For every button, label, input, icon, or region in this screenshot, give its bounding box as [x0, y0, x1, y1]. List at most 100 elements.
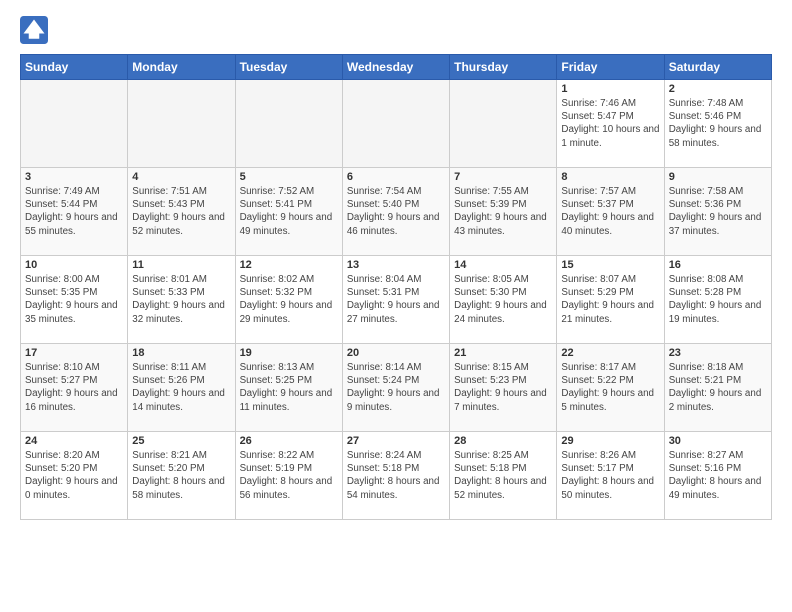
day-info: Sunrise: 8:00 AM Sunset: 5:35 PM Dayligh… — [25, 273, 123, 326]
day-number: 30 — [669, 435, 767, 447]
day-info: Sunrise: 8:11 AM Sunset: 5:26 PM Dayligh… — [132, 361, 230, 414]
calendar-cell: 19Sunrise: 8:13 AM Sunset: 5:25 PM Dayli… — [235, 344, 342, 432]
day-number: 6 — [347, 171, 445, 183]
calendar-cell: 7Sunrise: 7:55 AM Sunset: 5:39 PM Daylig… — [450, 168, 557, 256]
day-info: Sunrise: 7:48 AM Sunset: 5:46 PM Dayligh… — [669, 97, 767, 150]
day-number: 22 — [561, 347, 659, 359]
calendar-table: SundayMondayTuesdayWednesdayThursdayFrid… — [20, 54, 772, 520]
day-info: Sunrise: 8:22 AM Sunset: 5:19 PM Dayligh… — [240, 449, 338, 502]
calendar-cell: 22 Sunrise: 8:17 AM Sunset: 5:22 PM Dayli… — [557, 344, 664, 432]
day-number: 7 — [454, 171, 552, 183]
calendar-cell: 11Sunrise: 8:01 AM Sunset: 5:33 PM Dayli… — [128, 256, 235, 344]
calendar-cell: 8 Sunrise: 7:57 AM Sunset: 5:37 PM Daylig… — [557, 168, 664, 256]
day-info: Sunrise: 8:05 AM Sunset: 5:30 PM Dayligh… — [454, 273, 552, 326]
calendar-cell — [21, 80, 128, 168]
weekday-header: Tuesday — [235, 55, 342, 80]
calendar-cell — [128, 80, 235, 168]
day-number: 15 — [561, 259, 659, 271]
logo-icon — [20, 16, 48, 44]
calendar-cell: 25Sunrise: 8:21 AM Sunset: 5:20 PM Dayli… — [128, 432, 235, 520]
day-number: 1 — [561, 83, 659, 95]
header — [20, 16, 772, 44]
day-info: Sunrise: 8:08 AM Sunset: 5:28 PM Dayligh… — [669, 273, 767, 326]
weekday-header: Saturday — [664, 55, 771, 80]
calendar-cell: 1Sunrise: 7:46 AM Sunset: 5:47 PM Daylig… — [557, 80, 664, 168]
day-number: 26 — [240, 435, 338, 447]
calendar-cell: 13 Sunrise: 8:04 AM Sunset: 5:31 PM Dayli… — [342, 256, 449, 344]
weekday-row: SundayMondayTuesdayWednesdayThursdayFrid… — [21, 55, 772, 80]
day-info: Sunrise: 8:20 AM Sunset: 5:20 PM Dayligh… — [25, 449, 123, 502]
calendar-cell: 26 Sunrise: 8:22 AM Sunset: 5:19 PM Dayli… — [235, 432, 342, 520]
day-info: Sunrise: 7:52 AM Sunset: 5:41 PM Dayligh… — [240, 185, 338, 238]
day-info: Sunrise: 8:04 AM Sunset: 5:31 PM Dayligh… — [347, 273, 445, 326]
calendar-cell: 6 Sunrise: 7:54 AM Sunset: 5:40 PM Daylig… — [342, 168, 449, 256]
day-info: Sunrise: 7:58 AM Sunset: 5:36 PM Dayligh… — [669, 185, 767, 238]
calendar-cell: 23 Sunrise: 8:18 AM Sunset: 5:21 PM Dayli… — [664, 344, 771, 432]
day-info: Sunrise: 7:49 AM Sunset: 5:44 PM Dayligh… — [25, 185, 123, 238]
calendar-cell: 27 Sunrise: 8:24 AM Sunset: 5:18 PM Dayli… — [342, 432, 449, 520]
calendar-cell: 29 Sunrise: 8:26 AM Sunset: 5:17 PM Dayli… — [557, 432, 664, 520]
day-info: Sunrise: 7:57 AM Sunset: 5:37 PM Dayligh… — [561, 185, 659, 238]
day-info: Sunrise: 8:10 AM Sunset: 5:27 PM Dayligh… — [25, 361, 123, 414]
day-number: 17 — [25, 347, 123, 359]
day-number: 2 — [669, 83, 767, 95]
calendar-week: 3 Sunrise: 7:49 AM Sunset: 5:44 PM Daylig… — [21, 168, 772, 256]
day-number: 8 — [561, 171, 659, 183]
calendar-cell: 20Sunrise: 8:14 AM Sunset: 5:24 PM Dayli… — [342, 344, 449, 432]
weekday-header: Sunday — [21, 55, 128, 80]
day-number: 12 — [240, 259, 338, 271]
day-number: 14 — [454, 259, 552, 271]
calendar-cell — [450, 80, 557, 168]
day-info: Sunrise: 7:51 AM Sunset: 5:43 PM Dayligh… — [132, 185, 230, 238]
day-info: Sunrise: 8:26 AM Sunset: 5:17 PM Dayligh… — [561, 449, 659, 502]
calendar-cell: 5Sunrise: 7:52 AM Sunset: 5:41 PM Daylig… — [235, 168, 342, 256]
day-info: Sunrise: 8:27 AM Sunset: 5:16 PM Dayligh… — [669, 449, 767, 502]
page: SundayMondayTuesdayWednesdayThursdayFrid… — [0, 0, 792, 612]
day-info: Sunrise: 8:17 AM Sunset: 5:22 PM Dayligh… — [561, 361, 659, 414]
day-info: Sunrise: 8:25 AM Sunset: 5:18 PM Dayligh… — [454, 449, 552, 502]
day-number: 11 — [132, 259, 230, 271]
day-number: 20 — [347, 347, 445, 359]
day-number: 4 — [132, 171, 230, 183]
day-number: 25 — [132, 435, 230, 447]
calendar-cell: 10 Sunrise: 8:00 AM Sunset: 5:35 PM Dayli… — [21, 256, 128, 344]
calendar-cell: 18 Sunrise: 8:11 AM Sunset: 5:26 PM Dayli… — [128, 344, 235, 432]
day-number: 9 — [669, 171, 767, 183]
day-number: 13 — [347, 259, 445, 271]
day-info: Sunrise: 8:02 AM Sunset: 5:32 PM Dayligh… — [240, 273, 338, 326]
calendar-week: 17 Sunrise: 8:10 AM Sunset: 5:27 PM Dayli… — [21, 344, 772, 432]
calendar-cell: 15 Sunrise: 8:07 AM Sunset: 5:29 PM Dayli… — [557, 256, 664, 344]
calendar-week: 1Sunrise: 7:46 AM Sunset: 5:47 PM Daylig… — [21, 80, 772, 168]
day-info: Sunrise: 8:13 AM Sunset: 5:25 PM Dayligh… — [240, 361, 338, 414]
day-number: 18 — [132, 347, 230, 359]
calendar-cell: 16 Sunrise: 8:08 AM Sunset: 5:28 PM Dayli… — [664, 256, 771, 344]
day-number: 27 — [347, 435, 445, 447]
day-number: 3 — [25, 171, 123, 183]
calendar-cell — [342, 80, 449, 168]
calendar-header: SundayMondayTuesdayWednesdayThursdayFrid… — [21, 55, 772, 80]
calendar-cell: 21 Sunrise: 8:15 AM Sunset: 5:23 PM Dayli… — [450, 344, 557, 432]
day-info: Sunrise: 8:15 AM Sunset: 5:23 PM Dayligh… — [454, 361, 552, 414]
day-number: 10 — [25, 259, 123, 271]
weekday-header: Wednesday — [342, 55, 449, 80]
calendar-cell: 14 Sunrise: 8:05 AM Sunset: 5:30 PM Dayli… — [450, 256, 557, 344]
day-number: 24 — [25, 435, 123, 447]
day-number: 21 — [454, 347, 552, 359]
calendar-cell — [235, 80, 342, 168]
day-info: Sunrise: 7:54 AM Sunset: 5:40 PM Dayligh… — [347, 185, 445, 238]
calendar-cell: 24 Sunrise: 8:20 AM Sunset: 5:20 PM Dayli… — [21, 432, 128, 520]
day-number: 29 — [561, 435, 659, 447]
calendar-body: 1Sunrise: 7:46 AM Sunset: 5:47 PM Daylig… — [21, 80, 772, 520]
calendar-cell: 30 Sunrise: 8:27 AM Sunset: 5:16 PM Dayli… — [664, 432, 771, 520]
calendar-cell: 3 Sunrise: 7:49 AM Sunset: 5:44 PM Daylig… — [21, 168, 128, 256]
day-info: Sunrise: 8:07 AM Sunset: 5:29 PM Dayligh… — [561, 273, 659, 326]
day-number: 28 — [454, 435, 552, 447]
day-number: 23 — [669, 347, 767, 359]
calendar-cell: 9 Sunrise: 7:58 AM Sunset: 5:36 PM Daylig… — [664, 168, 771, 256]
calendar-cell: 2 Sunrise: 7:48 AM Sunset: 5:46 PM Daylig… — [664, 80, 771, 168]
day-number: 16 — [669, 259, 767, 271]
calendar-cell: 28 Sunrise: 8:25 AM Sunset: 5:18 PM Dayli… — [450, 432, 557, 520]
day-info: Sunrise: 8:24 AM Sunset: 5:18 PM Dayligh… — [347, 449, 445, 502]
weekday-header: Monday — [128, 55, 235, 80]
day-info: Sunrise: 8:18 AM Sunset: 5:21 PM Dayligh… — [669, 361, 767, 414]
